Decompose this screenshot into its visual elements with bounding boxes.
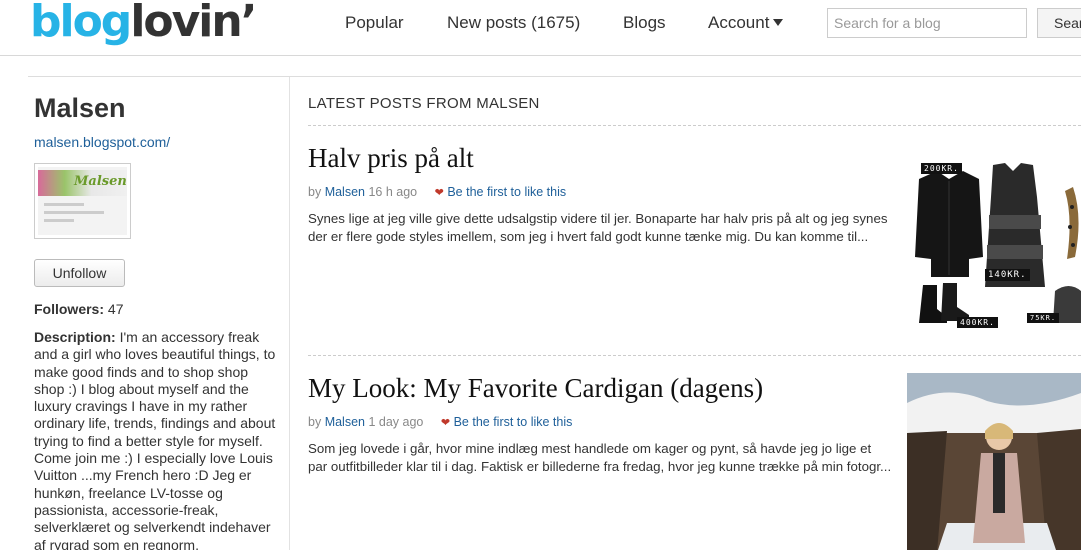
post-excerpt: Som jeg lovede i går, hvor mine indlæg m… [308,441,892,474]
post-author-link[interactable]: Malsen [325,185,365,199]
search-button[interactable]: Sear [1037,8,1081,38]
heart-icon[interactable]: ❤ [435,186,444,199]
post-meta: by Malsen 1 day ago ❤ Be the first to li… [308,415,572,429]
nav-account[interactable]: Account [708,13,784,33]
unfollow-button[interactable]: Unfollow [34,259,125,287]
post-title-link[interactable]: My Look: My Favorite Cardigan (dagens) [308,373,763,404]
price-tag: 140KR. [985,269,1030,281]
posts-main: LATEST POSTS FROM MALSEN Halv pris på al… [308,77,1081,550]
nav-blogs[interactable]: Blogs [623,13,666,33]
post-excerpt: Synes lige at jeg ville give dette udsal… [308,211,888,244]
post-thumbnail[interactable]: 200KR. 140KR. 400KR. 75KR. [907,157,1081,333]
description-text: I'm an accessory freak and a girl who lo… [34,329,276,550]
thumbnail-line [44,203,84,206]
thumbnail-title: Malsen [74,174,127,189]
post-divider [308,355,1081,356]
price-tag: 400KR. [957,317,998,328]
outfit-photo-image [907,373,1081,550]
top-header: bloglovin’ Popular New posts (1675) Blog… [0,0,1081,56]
post-item: Halv pris på alt by Malsen 16 h ago ❤ Be… [308,143,1081,343]
blog-url-link[interactable]: malsen.blogspot.com/ [34,134,170,150]
blog-name: Malsen [34,93,126,123]
post-item: My Look: My Favorite Cardigan (dagens) b… [308,373,1081,550]
like-link[interactable]: Be the first to like this [454,415,573,429]
followers-count: Followers: 47 [34,301,123,317]
nav-popular[interactable]: Popular [345,13,404,33]
followers-label: Followers: [34,301,105,317]
blog-thumbnail-image: Malsen [38,167,127,235]
blog-description: Description: I'm an accessory freak and … [34,329,282,550]
outfit-photo-svg [907,373,1081,550]
search-input[interactable] [827,8,1027,38]
thumbnail-line [44,211,104,214]
post-author-link[interactable]: Malsen [325,415,365,429]
nav-account-label: Account [708,13,770,32]
product-collage-image: 200KR. 140KR. 400KR. 75KR. [907,157,1081,329]
heart-icon[interactable]: ❤ [441,416,450,429]
price-tag: 200KR. [921,163,962,174]
logo-text-lovin: lovin’ [130,0,257,47]
section-title: LATEST POSTS FROM MALSEN [308,95,540,112]
caret-down-icon [773,19,784,26]
like-link[interactable]: Be the first to like this [447,185,566,199]
post-by: by [308,185,322,199]
post-meta: by Malsen 16 h ago ❤ Be the first to lik… [308,185,566,199]
post-by: by [308,415,322,429]
price-tag: 75KR. [1027,313,1060,323]
post-thumbnail[interactable] [907,373,1081,550]
blog-thumbnail[interactable]: Malsen [34,163,131,239]
bloglovin-logo[interactable]: bloglovin’ [30,0,257,47]
post-time: 16 h ago [368,185,418,199]
nav-new-posts[interactable]: New posts (1675) [447,13,580,33]
logo-text-blog: blog [30,0,132,47]
post-title-link[interactable]: Halv pris på alt [308,143,474,174]
followers-value: 47 [107,301,124,317]
thumbnail-line [44,219,74,222]
section-divider [308,125,1081,126]
description-label: Description: [34,329,116,345]
product-collage-svg [915,163,1081,323]
post-time: 1 day ago [368,415,424,429]
blog-sidebar: Malsen malsen.blogspot.com/ Malsen Unfol… [0,77,290,550]
